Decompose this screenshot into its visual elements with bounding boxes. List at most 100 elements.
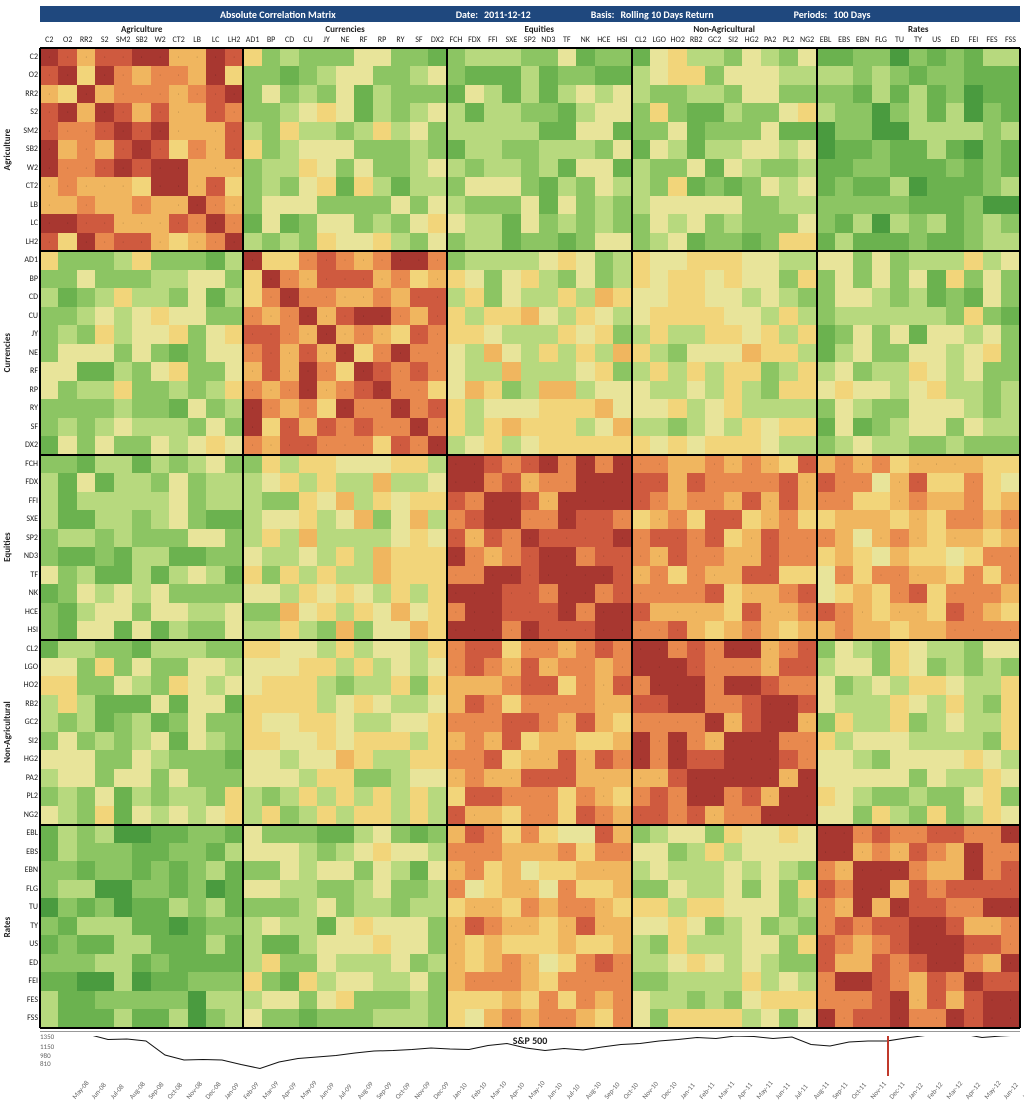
- sp500-xlabels: May-08Jun-08Jul-08Aug-08Sep-08Oct-08Nov-…: [70, 1076, 1016, 1104]
- sp500-xtick: Jan-10: [450, 1081, 469, 1101]
- row-tick: FCH: [20, 455, 38, 473]
- row-tick: SB2: [20, 140, 38, 158]
- row-tick: CT2: [20, 177, 38, 195]
- sp500-xtick: Jan-09: [222, 1081, 241, 1101]
- row-tick: FLG: [20, 880, 38, 898]
- sp500-xtick: May-12: [982, 1079, 1003, 1101]
- title-periods-label: Periods:: [794, 8, 828, 21]
- sp500-xtick: Jul-10: [564, 1082, 582, 1101]
- row-tick: DX2: [20, 436, 38, 454]
- sp500-xtick: Dec-08: [203, 1080, 223, 1101]
- sp500-xtick: Feb-09: [241, 1080, 260, 1101]
- sp500-xtick: Nov-08: [184, 1079, 204, 1100]
- title-basis-label: Basis:: [591, 8, 615, 21]
- sp500-xtick: Dec-09: [431, 1080, 451, 1101]
- col-group-label: Equities: [447, 24, 632, 34]
- row-tick: RR2: [20, 85, 38, 103]
- row-tick: NG2: [20, 806, 38, 824]
- row-tick: CU: [20, 307, 38, 325]
- sp500-xtick: Jun-09: [317, 1081, 336, 1101]
- sp500-xtick: Feb-10: [469, 1080, 488, 1101]
- row-tick: HCE: [20, 603, 38, 621]
- row-tick: SP2: [20, 529, 38, 547]
- row-tick: GC2: [20, 713, 38, 731]
- sp500-xtick: May-10: [526, 1079, 547, 1101]
- row-tick: O2: [20, 66, 38, 84]
- col-group-label: Currencies: [243, 24, 446, 34]
- row-tick: HSI: [20, 621, 38, 639]
- sp500-xtick: Dec-10: [659, 1080, 679, 1101]
- title-basis-value: Rolling 10 Days Return: [620, 8, 713, 21]
- row-tick: BP: [20, 270, 38, 288]
- sp500-xtick: Feb-12: [925, 1080, 944, 1101]
- row-tick: PA2: [20, 769, 38, 787]
- row-tick: FFI: [20, 492, 38, 510]
- row-tick: HG2: [20, 750, 38, 768]
- row-tick: CD: [20, 288, 38, 306]
- row-tick: LB: [20, 196, 38, 214]
- sp500-xtick: Jul-09: [336, 1082, 354, 1101]
- row-tick: RB2: [20, 695, 38, 713]
- row-tick: SM2: [20, 122, 38, 140]
- sp500-panel: S&P 500 May-08Jun-08Jul-08Aug-08Sep-08Oc…: [40, 1031, 1020, 1102]
- sp500-xtick: Apr-12: [963, 1080, 982, 1100]
- row-tick: TU: [20, 898, 38, 916]
- sp500-date-marker: [887, 1036, 889, 1076]
- sp500-xtick: Mar-11: [716, 1079, 736, 1101]
- row-tick: EBL: [20, 824, 38, 842]
- sp500-xtick: May-08: [70, 1079, 91, 1101]
- sp500-xtick: Nov-09: [412, 1079, 432, 1100]
- sp500-xtick: Aug-11: [811, 1079, 831, 1100]
- col-group-label: Rates: [817, 24, 1020, 34]
- row-tick: TF: [20, 566, 38, 584]
- sp500-ytick: 810: [40, 1059, 51, 1068]
- row-tick: HO2: [20, 676, 38, 694]
- row-tick: JY: [20, 325, 38, 343]
- row-group-label: Rates: [2, 825, 13, 1028]
- sp500-xtick: Jul-11: [792, 1082, 810, 1101]
- sp500-xtick: May-09: [298, 1079, 319, 1101]
- sp500-xtick: Aug-08: [127, 1079, 147, 1100]
- row-tick: CL2: [20, 640, 38, 658]
- row-tick: ND3: [20, 547, 38, 565]
- sp500-xtick: Jun-08: [89, 1081, 108, 1101]
- row-tick: NE: [20, 344, 38, 362]
- title-date-value: 2011-12-12: [484, 8, 531, 21]
- sp500-xtick: Jan-11: [678, 1081, 697, 1101]
- col-group-label: Non-Agricultural: [632, 24, 817, 34]
- sp500-xtick: Oct-10: [621, 1080, 640, 1100]
- title-periods-value: 100 Days: [833, 8, 870, 21]
- row-tick: FSS: [20, 1009, 38, 1027]
- sp500-xtick: Apr-10: [507, 1080, 526, 1100]
- col-group-label: Agriculture: [40, 24, 243, 34]
- sp500-xtick: Jan-12: [906, 1081, 925, 1101]
- correlation-heatmap: [40, 48, 1020, 1028]
- sp500-xtick: Aug-09: [355, 1079, 375, 1100]
- sp500-xtick: Mar-09: [260, 1079, 280, 1101]
- row-tick: AD1: [20, 251, 38, 269]
- sp500-xtick: Feb-11: [697, 1080, 716, 1101]
- row-tick: EBN: [20, 861, 38, 879]
- title-main: Absolute Correlation Matrix: [220, 8, 336, 21]
- row-tick: ED: [20, 954, 38, 972]
- row-tick: FDX: [20, 473, 38, 491]
- row-tick: EBS: [20, 843, 38, 861]
- row-tick: C2: [20, 48, 38, 66]
- row-tick: FEI: [20, 972, 38, 990]
- row-tick: LC: [20, 214, 38, 232]
- sp500-xtick: Nov-10: [640, 1079, 660, 1100]
- sp500-ytick: 1350: [40, 1032, 54, 1041]
- sp500-xtick: Sep-08: [146, 1080, 166, 1101]
- row-group-label: Agriculture: [2, 48, 13, 251]
- sp500-xtick: Oct-09: [393, 1080, 412, 1100]
- row-tick: SF: [20, 418, 38, 436]
- sp500-xtick: Jun-11: [773, 1081, 792, 1101]
- sp500-ytick: 980: [40, 1051, 51, 1060]
- row-tick: RF: [20, 362, 38, 380]
- sp500-xtick: Mar-12: [944, 1079, 964, 1101]
- sp500-xtick: May-11: [754, 1079, 775, 1101]
- row-tick: SI2: [20, 732, 38, 750]
- row-tick: W2: [20, 159, 38, 177]
- sp500-xtick: Apr-09: [279, 1080, 298, 1100]
- sp500-xtick: Dec-11: [887, 1080, 907, 1101]
